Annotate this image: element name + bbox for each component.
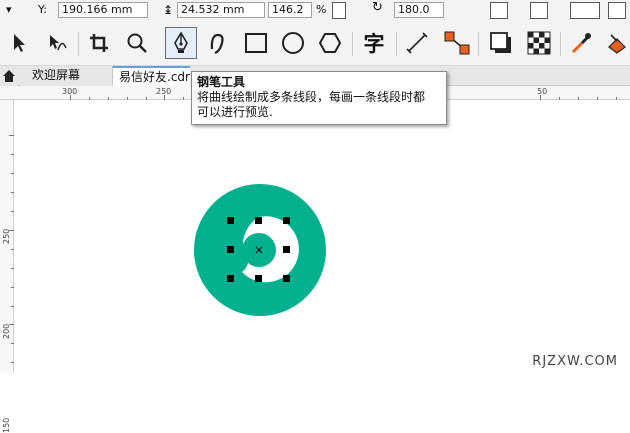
ruler-label: 150 xyxy=(2,417,11,433)
toolbar-separator xyxy=(78,32,79,56)
rectangle-tool-button[interactable] xyxy=(241,28,271,58)
tab-welcome-screen[interactable]: 欢迎屏幕 xyxy=(20,66,112,86)
text-char-icon: 字 xyxy=(363,32,385,56)
dimension-line-icon xyxy=(406,32,428,54)
rectangle-icon xyxy=(245,33,267,53)
dimension-tool-button[interactable] xyxy=(402,28,432,58)
mirror-horizontal-icon[interactable] xyxy=(490,2,508,19)
drop-shadow-tool-button[interactable] xyxy=(486,28,516,58)
pick-tool-button[interactable] xyxy=(4,28,34,58)
zoom-tool-button[interactable] xyxy=(122,28,152,58)
fill-bucket-icon xyxy=(608,34,626,54)
lock-ratio-icon[interactable] xyxy=(332,2,346,19)
shape-tool-button[interactable] xyxy=(42,28,72,58)
scale-field[interactable]: 146.2 xyxy=(268,2,312,18)
toolbar-separator xyxy=(478,32,479,56)
shape-node-icon xyxy=(50,35,67,51)
toolbox: 字 xyxy=(0,22,630,66)
vertical-ruler[interactable]: 250 200 150 xyxy=(0,100,14,433)
ellipse-icon xyxy=(282,32,304,54)
y-position-field[interactable]: 190.166 mm xyxy=(58,2,148,18)
y-coordinate-icon: ▾ xyxy=(6,3,12,16)
home-tab[interactable] xyxy=(0,66,18,86)
toolbar-separator xyxy=(560,32,561,56)
scale-unit: % xyxy=(316,3,327,16)
property-bar: ▾ Y: 190.166 mm ↨ 24.532 mm 146.2 % ↻ 18… xyxy=(0,0,630,22)
eyedropper-tool-button[interactable] xyxy=(566,28,596,58)
tooltip-description-line2: 可以进行预览. xyxy=(197,105,273,119)
interactive-fill-tool-button[interactable] xyxy=(602,28,630,58)
checkerboard-icon xyxy=(527,31,551,55)
rotation-field[interactable]: 180.0 xyxy=(394,2,444,18)
connector-tool-button[interactable] xyxy=(442,28,472,58)
transparency-tool-button[interactable] xyxy=(524,28,554,58)
tooltip-description-line1: 将曲线绘制成多条线段，每画一条线段时都 xyxy=(197,90,426,104)
home-icon xyxy=(3,70,15,82)
toolbar-separator xyxy=(352,32,353,56)
mirror-vertical-icon[interactable] xyxy=(530,2,548,19)
quick-customize-icon[interactable] xyxy=(570,2,600,19)
drawing-canvas[interactable] xyxy=(14,100,630,373)
toolbar-separator xyxy=(396,32,397,56)
ruler-ticks xyxy=(9,135,14,363)
pen-nib-icon xyxy=(174,31,188,53)
crop-icon xyxy=(90,34,108,52)
eyedropper-icon xyxy=(571,33,591,54)
ellipse-tool-button[interactable] xyxy=(278,28,308,58)
arrow-pointer-icon xyxy=(14,34,25,52)
object-properties-icon[interactable] xyxy=(608,2,626,19)
crop-tool-button[interactable] xyxy=(84,28,114,58)
drop-shadow-icon xyxy=(490,32,511,53)
hexagon-icon xyxy=(318,33,342,53)
tooltip-title: 钢笔工具 xyxy=(197,75,246,89)
artistic-media-tool-button[interactable] xyxy=(203,28,233,58)
pen-tool-button[interactable] xyxy=(165,27,197,59)
tab-document[interactable]: 易信好友.cdr xyxy=(112,66,190,86)
polygon-tool-button[interactable] xyxy=(315,28,345,58)
y-label: Y: xyxy=(38,3,47,16)
pen-tool-tooltip: 钢笔工具 将曲线绘制成多条线段，每画一条线段时都 可以进行预览. xyxy=(191,71,447,125)
curl-brush-icon xyxy=(210,33,224,55)
height-icon: ↨ xyxy=(163,3,174,17)
text-tool-button[interactable]: 字 xyxy=(359,28,389,58)
connector-icon xyxy=(444,31,470,55)
rotate-icon: ↻ xyxy=(372,0,383,15)
watermark: RJZXW.COM xyxy=(532,354,618,369)
height-field[interactable]: 24.532 mm xyxy=(177,2,265,18)
magnifier-icon xyxy=(127,33,147,53)
